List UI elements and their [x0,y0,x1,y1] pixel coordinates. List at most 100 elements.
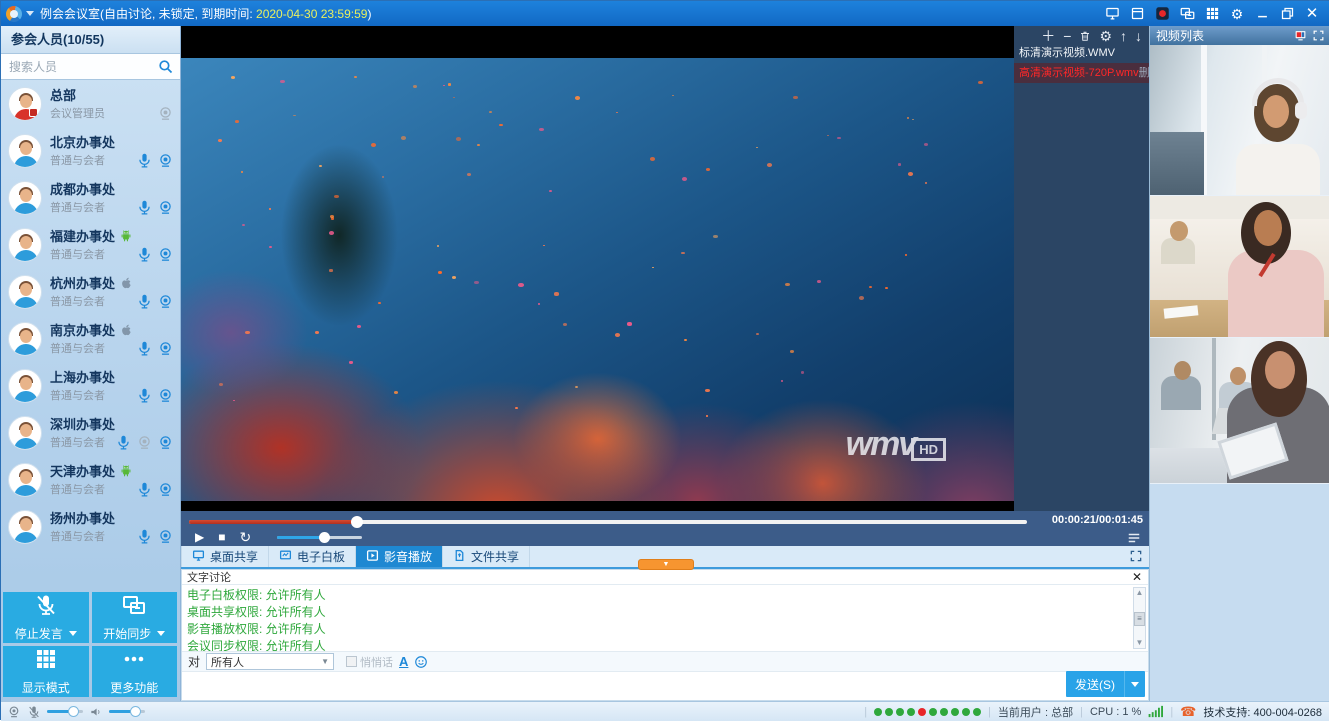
mic-icon[interactable] [136,528,153,545]
camera-icon[interactable] [157,199,174,216]
replay-button[interactable]: ↻ [239,530,251,544]
tab-电子白板[interactable]: 电子白板 [269,546,356,567]
action-button[interactable]: 开始同步 [92,592,178,643]
dropdown-caret-icon[interactable] [157,631,165,636]
mic-icon[interactable] [136,152,153,169]
mic-icon[interactable] [136,293,153,310]
stop-button[interactable]: ■ [218,531,225,543]
volume-handle[interactable] [319,532,330,543]
expand-icon[interactable] [1312,29,1325,42]
seek-handle[interactable] [351,516,363,528]
recipient-select[interactable]: 所有人 ▼ [206,653,334,670]
participant-row[interactable]: 天津办事处普通与会者 [1,456,180,503]
participant-row[interactable]: 总部会议管理员 [1,80,180,127]
camera-icon[interactable] [157,481,174,498]
tab-影音播放[interactable]: 影音播放 [356,546,443,567]
gear-icon[interactable]: ⚙ [1099,29,1112,43]
person-shirt [1236,144,1320,195]
send-dropdown-arrow[interactable] [1124,671,1145,697]
mic-icon[interactable] [136,481,153,498]
tab-文件共享[interactable]: 文件共享 [443,546,530,567]
participant-info: 扬州办事处普通与会者 [50,508,115,545]
minimize-icon[interactable] [1254,6,1270,22]
video-thumbnail[interactable] [1150,196,1329,338]
camera-icon[interactable] [157,340,174,357]
close-icon[interactable]: ✕ [1304,6,1320,22]
playlist-item[interactable]: 标清演示视频.WMV [1014,43,1149,63]
mic-volume-slider[interactable] [47,710,83,713]
speaker-icon[interactable] [89,705,103,719]
add-icon[interactable]: ＋ [1041,29,1055,43]
mic-icon[interactable] [136,387,153,404]
fish-dot [453,97,455,99]
chat-title: 文字讨论 [187,569,231,585]
search-icon[interactable] [157,58,174,75]
window-mode-icon[interactable] [1129,6,1145,22]
video-player-stage[interactable]: wmv HD [181,26,1014,511]
participant-row[interactable]: 杭州办事处普通与会者 [1,268,180,315]
dropdown-caret-icon[interactable] [69,631,77,636]
emoji-icon[interactable] [414,655,428,669]
participant-row[interactable]: 北京办事处普通与会者 [1,127,180,174]
volume-slider[interactable] [277,536,362,539]
camera-icon[interactable] [157,152,174,169]
participant-row[interactable]: 成都办事处普通与会者 [1,174,180,221]
play-button[interactable]: ▶ [195,531,204,543]
move-up-icon[interactable]: ↑ [1120,29,1127,43]
close-icon[interactable]: ✕ [1132,571,1142,583]
speaker-volume-slider[interactable] [109,710,145,713]
chat-collapse-handle[interactable]: ▼ [638,559,694,570]
desktop-share-icon [192,549,205,565]
trash-icon[interactable] [1079,30,1091,42]
restore-icon[interactable] [1279,6,1295,22]
participant-row[interactable]: 深圳办事处普通与会者 [1,409,180,456]
search-input[interactable] [1,54,180,79]
camera-icon[interactable] [157,528,174,545]
camera-icon[interactable] [136,434,153,451]
camera-icon[interactable] [157,293,174,310]
camera-icon[interactable] [157,434,174,451]
sync-screens-icon[interactable] [1179,6,1195,22]
expand-icon[interactable] [1129,549,1143,568]
send-button[interactable]: 发送(S) [1066,671,1145,697]
participant-row[interactable]: 扬州办事处普通与会者 [1,503,180,550]
video-thumbnail[interactable] [1150,338,1329,484]
mic-icon[interactable] [136,199,153,216]
video-monitor-icon[interactable] [1294,29,1307,42]
action-button[interactable]: 显示模式 [3,646,89,697]
participant-row[interactable]: 南京办事处普通与会者 [1,315,180,362]
remove-icon[interactable]: − [1063,29,1071,43]
whisper-checkbox[interactable] [346,656,357,667]
tab-桌面共享[interactable]: 桌面共享 [181,546,269,567]
camera-icon[interactable] [157,387,174,404]
settings-gear-icon[interactable]: ⚙ [1229,6,1245,22]
playlist-item[interactable]: 高清演示视频-720P.wmv删除 [1014,63,1149,83]
scroll-up-icon[interactable]: ▲ [1134,588,1145,598]
mic-icon[interactable] [136,246,153,263]
move-down-icon[interactable]: ↓ [1135,29,1142,43]
screen-share-icon[interactable] [1104,6,1120,22]
camera-icon[interactable] [157,246,174,263]
participant-row[interactable]: 上海办事处普通与会者 [1,362,180,409]
record-icon[interactable] [1154,6,1170,22]
chat-input-area[interactable]: 发送(S) [182,673,1148,700]
chat-scrollbar[interactable]: ▲ ▼ [1133,587,1146,649]
mic-muted-icon[interactable] [27,705,41,719]
chevron-down-icon[interactable] [26,11,34,16]
camera-icon[interactable] [157,105,174,122]
layout-grid-icon[interactable] [1204,6,1220,22]
playlist-toolbar: ＋− ⚙ ↑ ↓ [1014,26,1149,43]
participant-row[interactable]: 福建办事处普通与会者 [1,221,180,268]
action-button[interactable]: 更多功能 [92,646,178,697]
mic-icon[interactable] [115,434,132,451]
scroll-down-icon[interactable]: ▼ [1134,638,1145,648]
whiteboard-icon [279,549,292,565]
font-color-icon[interactable]: A [399,654,408,669]
playlist-delete-button[interactable]: 删除 [1139,63,1149,83]
video-thumbnail[interactable] [1150,45,1329,196]
action-button[interactable]: 停止发言 [3,592,89,643]
scroll-thumb[interactable] [1134,612,1145,626]
seek-bar[interactable] [189,520,1027,524]
webcam-icon[interactable] [7,705,21,719]
mic-icon[interactable] [136,340,153,357]
